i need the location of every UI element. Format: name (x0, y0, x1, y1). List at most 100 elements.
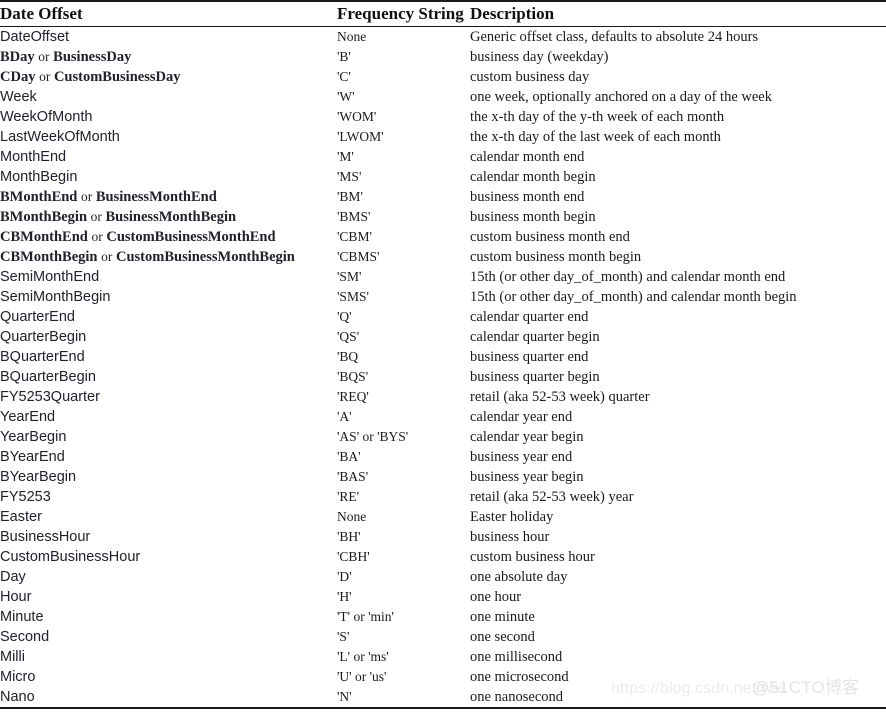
table-row: CBMonthBegin or CustomBusinessMonthBegin… (0, 247, 886, 267)
cell-description: business hour (470, 529, 550, 545)
offset-alias-name: CustomBusinessMonthBegin (116, 249, 295, 265)
cell-frequency-string: 'A' (337, 409, 352, 424)
offset-or-separator: or (101, 249, 113, 264)
cell-description: custom business month end (470, 229, 630, 245)
cell-date-offset: Easter (0, 509, 42, 525)
table-row: BQuarterEnd 'BQ business quarter end (0, 347, 886, 367)
table-row: QuarterBegin 'QS' calendar quarter begin (0, 327, 886, 347)
cell-date-offset: BusinessHour (0, 529, 91, 545)
cell-frequency-string: 'L' or 'ms' (337, 649, 389, 664)
cell-frequency-string: 'QS' (337, 329, 360, 344)
cell-description: custom business hour (470, 549, 595, 565)
table-row: LastWeekOfMonth 'LWOM' the x-th day of the… (0, 127, 886, 147)
offset-or-separator: or (39, 69, 51, 84)
table-row: BYearEnd 'BA' business year end (0, 447, 886, 467)
document-page: Date Offset Frequency String Description… (0, 0, 886, 712)
cell-description: Generic offset class, defaults to absolu… (470, 29, 759, 45)
table-row: BQuarterBegin 'BQS' business quarter begin (0, 367, 886, 387)
offset-name: CDay (0, 69, 36, 85)
cell-date-offset: CBMonthEnd or CustomBusinessMonthEnd (0, 227, 337, 247)
cell-frequency-string: 'M' (337, 149, 354, 164)
table-row: FY5253 'RE' retail (aka 52-53 week) year (0, 487, 886, 507)
cell-frequency-string: 'CBH' (337, 549, 370, 564)
cell-description: the x-th day of the y-th week of each mo… (470, 109, 725, 125)
offset-or-separator: or (91, 229, 103, 244)
cell-date-offset: Hour (0, 589, 32, 605)
cell-frequency-string: 'BM' (337, 189, 363, 204)
cell-date-offset: Day (0, 569, 26, 585)
cell-date-offset: QuarterEnd (0, 309, 75, 325)
cell-date-offset: CDay or CustomBusinessDay (0, 67, 337, 87)
cell-description: calendar month begin (470, 169, 596, 185)
cell-frequency-string: 'LWOM' (337, 129, 384, 144)
table-row: BusinessHour 'BH' business hour (0, 527, 886, 547)
cell-description: 15th (or other day_of_month) and calenda… (470, 289, 797, 305)
cell-description: retail (aka 52-53 week) year (470, 489, 634, 505)
offset-alias-name: CustomBusinessDay (53, 69, 181, 85)
offset-or-separator: or (38, 49, 50, 64)
cell-frequency-string: 'W' (337, 89, 355, 104)
cell-frequency-string: 'U' or 'us' (337, 669, 387, 684)
cell-description: business month end (470, 189, 585, 205)
cell-frequency-string: 'H' (337, 589, 352, 604)
cell-frequency-string: 'BQ (337, 349, 359, 364)
cell-description: retail (aka 52-53 week) quarter (470, 389, 650, 405)
cell-date-offset: LastWeekOfMonth (0, 129, 120, 145)
cell-frequency-string: 'AS' or 'BYS' (337, 429, 409, 444)
table-row: Milli 'L' or 'ms' one millisecond (0, 647, 886, 667)
offset-name: BDay (0, 49, 35, 65)
cell-frequency-string: 'B' (337, 49, 351, 64)
cell-frequency-string: 'BQS' (337, 369, 369, 384)
table-row: CDay or CustomBusinessDay 'C' custom busin… (0, 67, 886, 87)
offset-name: CBMonthBegin (0, 249, 98, 265)
offset-name: BMonthEnd (0, 189, 78, 205)
cell-description: business quarter end (470, 349, 589, 365)
cell-description: custom business day (470, 69, 590, 85)
table-row: MonthEnd 'M' calendar month end (0, 147, 886, 167)
cell-frequency-string: 'N' (337, 689, 352, 704)
cell-frequency-string: 'T' or 'min' (337, 609, 394, 624)
cell-frequency-string: 'BA' (337, 449, 361, 464)
cell-description: calendar year begin (470, 429, 584, 445)
cell-description: business month begin (470, 209, 596, 225)
cell-frequency-string: 'BAS' (337, 469, 369, 484)
cell-date-offset: FY5253 (0, 489, 51, 505)
cell-description: one absolute day (470, 569, 568, 585)
cell-frequency-string: 'Q' (337, 309, 352, 324)
table-row: Week 'W' one week, optionally anchored on … (0, 87, 886, 107)
cell-date-offset: WeekOfMonth (0, 109, 93, 125)
cell-date-offset: YearEnd (0, 409, 56, 425)
cell-date-offset: FY5253Quarter (0, 389, 100, 405)
offset-name: CBMonthEnd (0, 229, 88, 245)
table-row: Second 'S' one second (0, 627, 886, 647)
cell-description: one microsecond (470, 669, 569, 685)
column-header-date-offset: Date Offset (0, 1, 337, 27)
table-row: CustomBusinessHour 'CBH' custom business h… (0, 547, 886, 567)
cell-frequency-string: 'CBMS' (337, 249, 380, 264)
cell-description: one week, optionally anchored on a day o… (470, 89, 772, 105)
cell-date-offset: Nano (0, 689, 35, 705)
cell-date-offset: DateOffset (0, 29, 70, 45)
cell-frequency-string: 'D' (337, 569, 352, 584)
table-row: WeekOfMonth 'WOM' the x-th day of the y-th… (0, 107, 886, 127)
cell-frequency-string: 'C' (337, 69, 351, 84)
offset-or-separator: or (81, 189, 93, 204)
cell-frequency-string: None (337, 509, 367, 524)
cell-date-offset: BMonthBegin or BusinessMonthBegin (0, 207, 337, 227)
cell-description: business quarter begin (470, 369, 600, 385)
table-row: SemiMonthBegin 'SMS' 15th (or other day_of… (0, 287, 886, 307)
cell-frequency-string: 'BH' (337, 529, 361, 544)
cell-date-offset: Week (0, 89, 37, 105)
offset-alias-name: CustomBusinessMonthEnd (106, 229, 276, 245)
cell-description: 15th (or other day_of_month) and calenda… (470, 269, 786, 285)
table-row: BMonthEnd or BusinessMonthEnd 'BM' busines… (0, 187, 886, 207)
cell-frequency-string: 'RE' (337, 489, 360, 504)
cell-date-offset: BYearBegin (0, 469, 77, 485)
cell-date-offset: Micro (0, 669, 36, 685)
table-row: Minute 'T' or 'min' one minute (0, 607, 886, 627)
table-row: DateOffset None Generic offset class, defa… (0, 27, 886, 48)
cell-description: calendar month end (470, 149, 585, 165)
column-header-description: Description (470, 1, 886, 27)
cell-date-offset: BQuarterEnd (0, 349, 85, 365)
offset-alias-name: BusinessMonthBegin (105, 209, 237, 225)
